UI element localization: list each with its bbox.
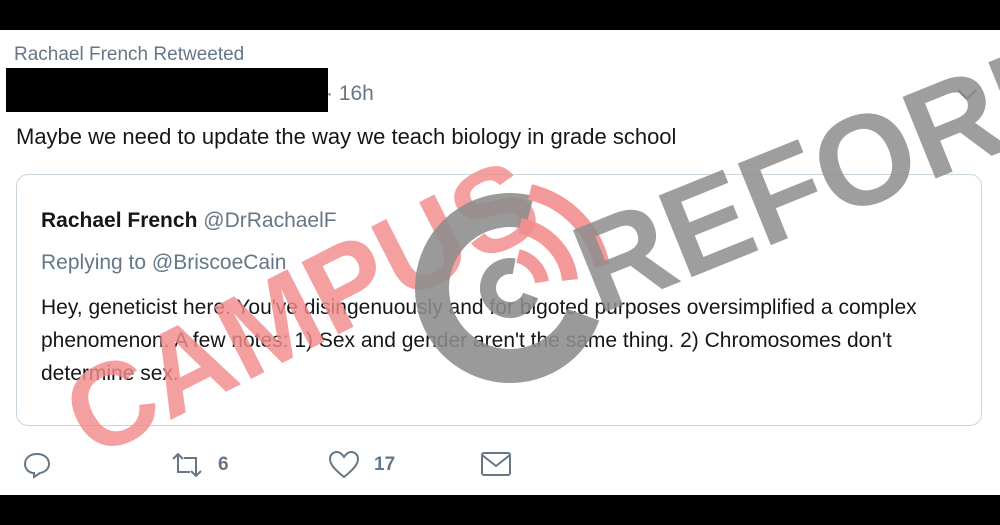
quoted-author-handle[interactable]: @DrRachaelF bbox=[203, 209, 336, 232]
redacted-author bbox=[6, 68, 328, 112]
heart-icon bbox=[328, 450, 360, 479]
replying-to-handle[interactable]: @BriscoeCain bbox=[152, 251, 287, 274]
retweet-icon bbox=[172, 452, 202, 478]
action-bar: 6 17 bbox=[0, 450, 1000, 490]
retweet-button[interactable]: 6 bbox=[170, 450, 229, 480]
like-count: 17 bbox=[374, 454, 396, 475]
tweet-text: Maybe we need to update the way we teach… bbox=[16, 124, 677, 149]
quoted-author-line: Rachael French @DrRachaelF bbox=[41, 209, 337, 233]
tweet-card: Rachael French Retweeted · 16h Maybe we … bbox=[0, 30, 1000, 495]
reply-button[interactable] bbox=[22, 450, 52, 480]
quoted-tweet-text: Hey, geneticist here. You've disingenuou… bbox=[41, 296, 917, 385]
quoted-tweet[interactable]: Rachael French @DrRachaelF Replying to @… bbox=[16, 174, 982, 426]
envelope-icon bbox=[481, 452, 511, 476]
replying-to-label: Replying to bbox=[41, 251, 147, 274]
message-button[interactable] bbox=[480, 450, 512, 478]
like-button[interactable]: 17 bbox=[328, 450, 395, 480]
quoted-author-name[interactable]: Rachael French bbox=[41, 209, 197, 232]
retweet-count: 6 bbox=[218, 454, 229, 475]
replying-to: Replying to @BriscoeCain bbox=[41, 251, 286, 275]
chevron-down-icon[interactable] bbox=[956, 88, 978, 107]
reply-icon bbox=[23, 452, 51, 479]
retweet-header: Rachael French Retweeted bbox=[14, 44, 245, 65]
tweet-timestamp[interactable]: · 16h bbox=[326, 82, 374, 106]
